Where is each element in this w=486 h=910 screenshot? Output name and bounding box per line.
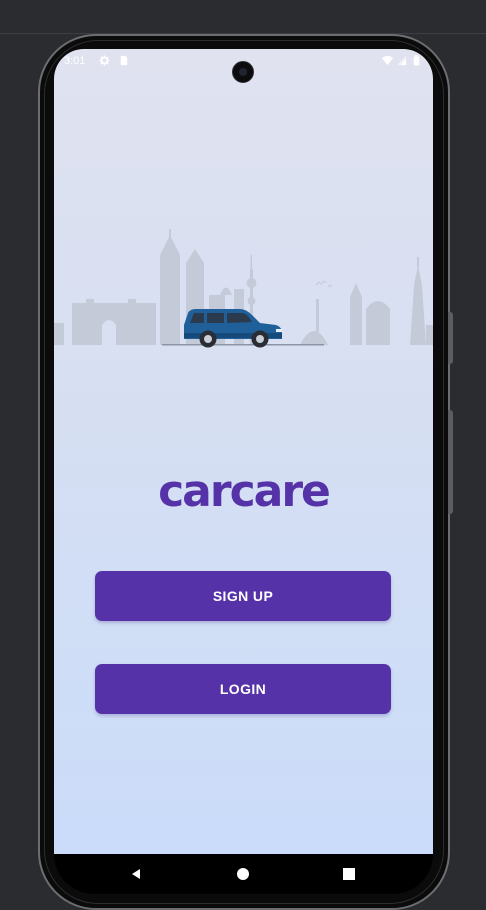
app-screen: 3:01 carcare SIGN UP LOGIN — [54, 49, 433, 854]
home-icon[interactable] — [235, 866, 251, 882]
settings-icon — [99, 55, 110, 66]
back-icon[interactable] — [128, 866, 144, 882]
system-navigation-bar — [54, 854, 433, 894]
status-time: 3:01 — [64, 55, 86, 67]
recents-icon[interactable] — [341, 866, 357, 882]
power-button — [448, 312, 453, 364]
city-skyline-illustration — [54, 229, 433, 348]
volume-button — [448, 410, 453, 514]
wifi-icon — [382, 55, 393, 66]
signal-icon — [396, 55, 407, 66]
carcare-logo: carcare — [158, 466, 331, 517]
login-button[interactable]: LOGIN — [95, 664, 391, 714]
battery-icon — [413, 55, 420, 66]
sim-card-icon — [120, 55, 128, 66]
sign-up-button[interactable]: SIGN UP — [95, 571, 391, 621]
front-camera — [232, 61, 254, 83]
